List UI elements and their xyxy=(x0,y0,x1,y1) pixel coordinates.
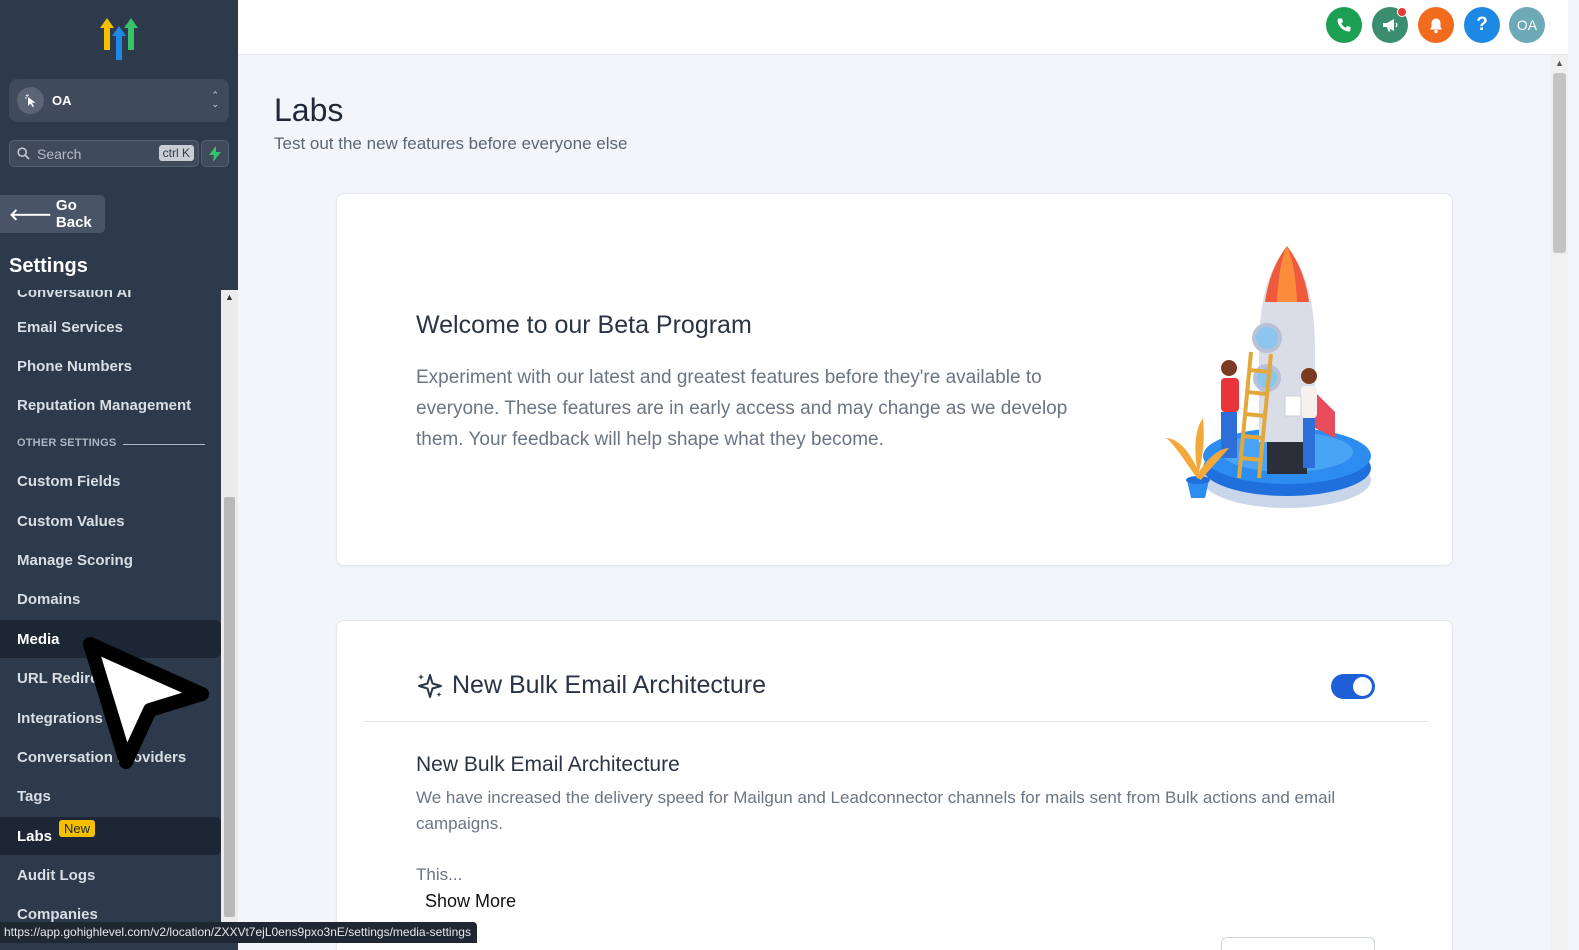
quick-actions-button[interactable] xyxy=(201,140,229,167)
scroll-up-arrow-icon[interactable]: ▲ xyxy=(225,292,234,302)
feature-toggle[interactable] xyxy=(1331,674,1375,699)
feature-title: New Bulk Email Architecture xyxy=(452,671,767,699)
rocket-illustration xyxy=(1165,246,1371,508)
feature-subtitle: New Bulk Email Architecture xyxy=(416,753,680,776)
sidebar-item-companies[interactable]: Companies xyxy=(0,895,221,923)
account-pointer-icon xyxy=(17,87,44,114)
arrow-left-icon: 🡐 xyxy=(9,206,52,224)
search-input[interactable]: Search ctrl K xyxy=(9,140,199,167)
page-scrollbar[interactable]: ▲ xyxy=(1551,55,1568,950)
sidebar-scrollbar[interactable]: ▲ xyxy=(221,290,238,922)
sidebar-item-label: Custom Fields xyxy=(17,472,121,490)
help-button[interactable]: ? xyxy=(1464,7,1500,43)
toggle-knob xyxy=(1353,677,1372,696)
welcome-title: Welcome to our Beta Program xyxy=(416,311,752,339)
go-back-button[interactable]: 🡐 Go Back xyxy=(0,195,105,233)
sidebar-item-label: Media xyxy=(17,630,60,648)
sidebar-item-custom-fields[interactable]: Custom Fields xyxy=(0,462,221,500)
chevron-updown-icon: ⌃ ⌄ xyxy=(211,90,219,109)
page-subtitle: Test out the new features before everyon… xyxy=(274,134,628,153)
phone-button[interactable] xyxy=(1326,7,1362,43)
go-back-label: Go Back xyxy=(55,197,92,231)
sidebar-item-email-services[interactable]: Email Services xyxy=(0,308,221,346)
lightning-icon xyxy=(209,145,221,162)
search-shortcut-hint: ctrl K xyxy=(158,145,194,161)
section-label-other-settings: OTHER SETTINGS xyxy=(17,437,117,449)
top-bar: ? OA xyxy=(238,0,1568,55)
sparkle-icon xyxy=(418,673,442,698)
scroll-up-arrow-icon[interactable]: ▲ xyxy=(1555,58,1564,68)
sidebar-item-label: Phone Numbers xyxy=(17,357,133,375)
status-bar-url: https://app.gohighlevel.com/v2/location/… xyxy=(0,922,477,943)
scrollbar-thumb[interactable] xyxy=(224,497,235,917)
welcome-body: Experiment with our latest and greatest … xyxy=(416,367,1068,450)
account-switcher[interactable]: OA ⌃ ⌄ xyxy=(9,79,229,122)
mouse-cursor-icon xyxy=(83,637,209,769)
settings-heading: Settings xyxy=(9,255,88,277)
user-initials: OA xyxy=(1516,17,1538,33)
app-logo[interactable] xyxy=(96,18,142,62)
feature-card: New Bulk Email Architecture New Bulk Ema… xyxy=(336,620,1453,950)
account-name: OA xyxy=(52,93,72,108)
welcome-card: Welcome to our Beta Program Experiment w… xyxy=(336,193,1453,566)
search-placeholder: Search xyxy=(37,145,82,162)
sidebar-item-label: Manage Scoring xyxy=(17,551,133,569)
sidebar-item-label: Labs xyxy=(17,827,53,845)
show-more-link[interactable]: Show More xyxy=(425,891,516,912)
new-badge: New xyxy=(59,819,96,837)
user-avatar[interactable]: OA xyxy=(1509,7,1545,43)
section-divider xyxy=(123,444,205,445)
sidebar-item-label: Audit Logs xyxy=(17,866,96,884)
help-icon: ? xyxy=(1476,14,1488,35)
phone-icon xyxy=(1337,18,1351,32)
sidebar: OA ⌃ ⌄ Search ctrl K 🡐 Go Back Settings C… xyxy=(0,0,238,950)
scrollbar-thumb[interactable] xyxy=(1553,73,1566,253)
sidebar-item-audit-logs[interactable]: Audit Logs xyxy=(0,856,221,894)
feedback-button[interactable] xyxy=(1221,937,1375,950)
sidebar-item-label: Email Services xyxy=(17,318,123,336)
sidebar-item-phone-numbers[interactable]: Phone Numbers xyxy=(0,347,221,385)
sidebar-item-label: Tags xyxy=(17,787,51,805)
sidebar-item-label: Companies xyxy=(17,905,98,923)
feature-truncated-text: This... xyxy=(416,865,463,884)
sidebar-item-reputation-management[interactable]: Reputation Management xyxy=(0,386,221,424)
sidebar-item-manage-scoring[interactable]: Manage Scoring xyxy=(0,541,221,579)
feature-header: New Bulk Email Architecture xyxy=(416,671,766,700)
megaphone-icon xyxy=(1383,19,1398,32)
search-icon xyxy=(17,147,30,160)
page-title: Labs xyxy=(274,92,344,128)
feature-description: We have increased the delivery speed for… xyxy=(416,788,1336,833)
notifications-button[interactable] xyxy=(1418,7,1454,43)
sidebar-item-label: Conversation AI xyxy=(17,290,132,301)
sidebar-item-label: Custom Values xyxy=(17,512,125,530)
bell-icon xyxy=(1430,18,1442,33)
notification-dot xyxy=(1397,7,1407,17)
feature-divider xyxy=(364,721,1428,722)
sidebar-item-custom-values[interactable]: Custom Values xyxy=(0,502,221,540)
announcements-button[interactable] xyxy=(1372,7,1408,43)
sidebar-item-label: Reputation Management xyxy=(17,396,192,414)
sidebar-item-labs[interactable]: Labs New xyxy=(0,817,221,855)
sidebar-item-tags[interactable]: Tags xyxy=(0,777,221,815)
